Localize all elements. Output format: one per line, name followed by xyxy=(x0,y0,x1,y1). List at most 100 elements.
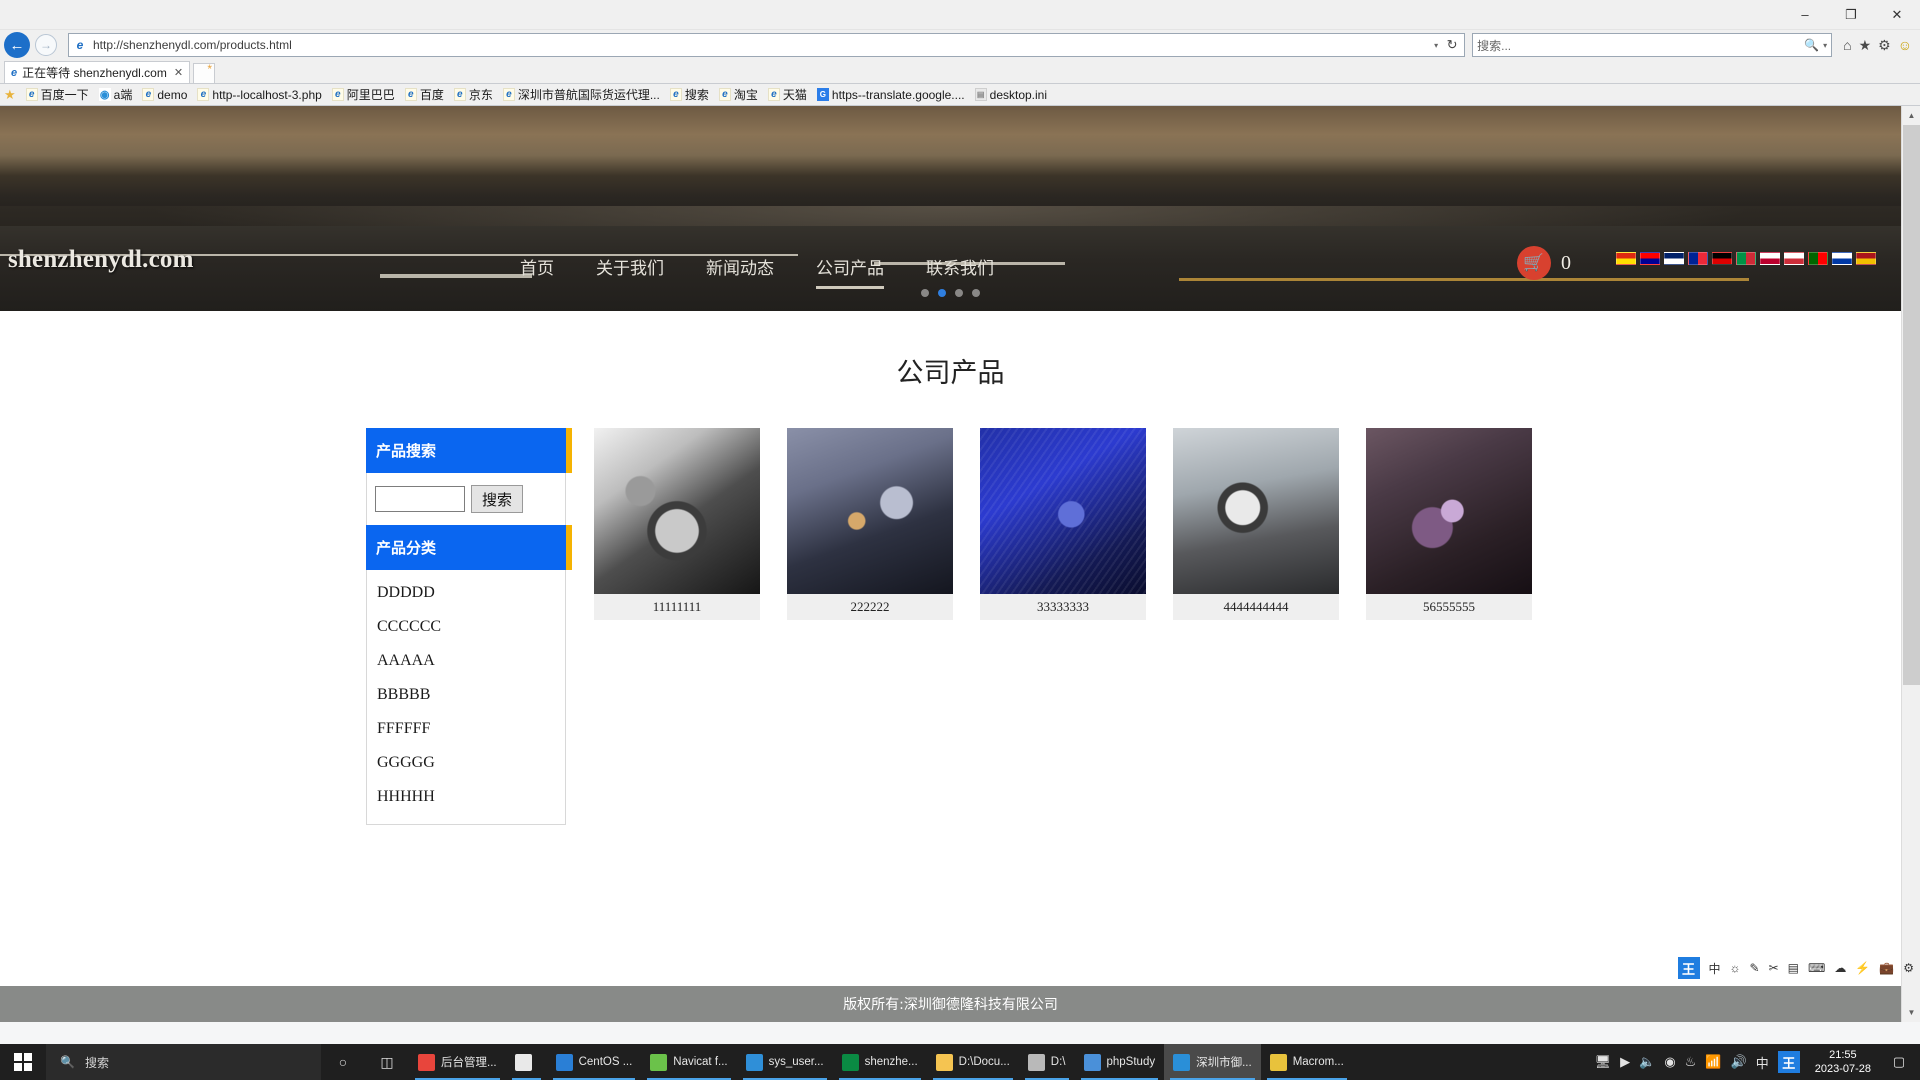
tray-ime-indicator[interactable]: 中 xyxy=(1756,1053,1769,1072)
product-image[interactable] xyxy=(980,428,1146,594)
product-card[interactable]: 4444444444 xyxy=(1173,428,1339,620)
ime-tool-icon[interactable]: ⌨ xyxy=(1808,961,1825,975)
minimize-button[interactable]: – xyxy=(1782,0,1828,30)
taskbar-task[interactable] xyxy=(506,1044,547,1080)
cart-widget[interactable]: 🛒 0 xyxy=(1517,246,1571,280)
carousel-dot-4[interactable] xyxy=(972,289,980,297)
back-button[interactable]: ← xyxy=(4,32,30,58)
nav-item-1[interactable]: 关于我们 xyxy=(596,254,664,287)
product-image[interactable] xyxy=(1173,428,1339,594)
product-image[interactable] xyxy=(787,428,953,594)
favorite-item[interactable]: Ghttps--translate.google.... xyxy=(813,88,969,102)
category-item[interactable]: FFFFFF xyxy=(367,712,565,746)
flag-taiwan-icon[interactable] xyxy=(1640,252,1660,265)
browser-tab[interactable]: e 正在等待 shenzhenydl.com ✕ xyxy=(4,61,190,83)
favorite-item[interactable]: e阿里巴巴 xyxy=(328,86,399,103)
category-item[interactable]: GGGGG xyxy=(367,746,565,780)
product-search-input[interactable] xyxy=(375,486,465,512)
gear-icon[interactable]: ⚙ xyxy=(1878,37,1891,54)
flag-spain-icon[interactable] xyxy=(1856,252,1876,265)
flag-united-kingdom-icon[interactable] xyxy=(1664,252,1684,265)
tray-volume-icon[interactable]: 🔊 xyxy=(1731,1054,1747,1070)
nav-item-2[interactable]: 新闻动态 xyxy=(706,254,774,287)
category-item[interactable]: DDDDD xyxy=(367,576,565,610)
tray-screen-icon[interactable]: 🖥 xyxy=(1595,1054,1612,1070)
favorite-item[interactable]: edemo xyxy=(138,88,191,102)
ime-tool-icon[interactable]: ⚙ xyxy=(1903,961,1914,975)
taskbar-task[interactable]: D:\ xyxy=(1019,1044,1075,1080)
tray-nvidia-icon[interactable]: ◉ xyxy=(1664,1054,1675,1070)
ime-tool-icon[interactable]: ☁ xyxy=(1834,961,1846,975)
task-view-icon[interactable]: ◫ xyxy=(365,1044,409,1080)
favorite-item[interactable]: e搜索 xyxy=(666,86,713,103)
carousel-dot-2[interactable] xyxy=(938,289,946,297)
product-card[interactable]: 222222 xyxy=(787,428,953,620)
ime-mode-indicator[interactable]: 中 xyxy=(1709,960,1721,977)
close-button[interactable]: ✕ xyxy=(1874,0,1920,30)
taskbar-task[interactable]: sys_user... xyxy=(737,1044,833,1080)
taskbar-task[interactable]: shenzhe... xyxy=(833,1044,927,1080)
taskbar-task[interactable]: phpStudy xyxy=(1075,1044,1165,1080)
tab-close-icon[interactable]: ✕ xyxy=(174,66,183,79)
tray-share-icon[interactable]: ▶ xyxy=(1620,1054,1630,1070)
tray-usb-icon[interactable]: ♨ xyxy=(1685,1054,1697,1070)
favorite-item[interactable]: ◉a端 xyxy=(95,86,137,103)
taskbar-task[interactable]: D:\Docu... xyxy=(927,1044,1019,1080)
favorite-item[interactable]: e深圳市普航国际货运代理... xyxy=(499,86,664,103)
category-item[interactable]: CCCCCC xyxy=(367,610,565,644)
notification-center-icon[interactable]: ▢ xyxy=(1886,1054,1912,1070)
home-icon[interactable]: ⌂ xyxy=(1843,37,1851,53)
favorite-item[interactable]: ▤desktop.ini xyxy=(971,88,1051,102)
scroll-up-arrow-icon[interactable]: ▲ xyxy=(1902,106,1920,125)
taskbar-task[interactable]: 后台管理... xyxy=(409,1044,506,1080)
carousel-dot-3[interactable] xyxy=(955,289,963,297)
product-image[interactable] xyxy=(1366,428,1532,594)
flag-portugal-icon[interactable] xyxy=(1808,252,1828,265)
taskbar-search-box[interactable]: 🔍 搜索 xyxy=(46,1044,321,1080)
ime-tool-icon[interactable]: ✎ xyxy=(1750,961,1760,975)
scrollbar-thumb[interactable] xyxy=(1903,125,1920,685)
taskbar-clock[interactable]: 21:55 2023-07-28 xyxy=(1809,1048,1877,1076)
favorite-item[interactable]: ehttp--localhost-3.php xyxy=(193,88,325,102)
flag-south-korea-icon[interactable] xyxy=(1784,252,1804,265)
category-item[interactable]: BBBBB xyxy=(367,678,565,712)
ime-tool-icon[interactable]: ⚡ xyxy=(1855,961,1870,975)
category-item[interactable]: HHHHH xyxy=(367,780,565,814)
taskbar-task[interactable]: Macrom... xyxy=(1261,1044,1353,1080)
tray-wifi-icon[interactable]: 📶 xyxy=(1705,1054,1721,1070)
search-icon[interactable]: 🔍 xyxy=(1804,38,1819,52)
product-card[interactable]: 11111111 xyxy=(594,428,760,620)
favorite-item[interactable]: e淘宝 xyxy=(715,86,762,103)
forward-button[interactable]: → xyxy=(35,34,57,56)
favorite-item[interactable]: e百度一下 xyxy=(22,86,93,103)
flag-china-icon[interactable] xyxy=(1616,252,1636,265)
product-search-button[interactable]: 搜索 xyxy=(471,485,523,513)
category-item[interactable]: AAAAA xyxy=(367,644,565,678)
tray-sound-mute-icon[interactable]: 🔈 xyxy=(1639,1054,1655,1070)
flag-italy-icon[interactable] xyxy=(1736,252,1756,265)
favorite-item[interactable]: e百度 xyxy=(401,86,448,103)
product-card[interactable]: 33333333 xyxy=(980,428,1146,620)
product-card[interactable]: 56555555 xyxy=(1366,428,1532,620)
carousel-dot-1[interactable] xyxy=(921,289,929,297)
ime-tool-icon[interactable]: ▤ xyxy=(1788,961,1799,975)
new-tab-button[interactable] xyxy=(193,63,215,83)
favorites-star-icon[interactable]: ★ xyxy=(4,87,16,103)
nav-item-4[interactable]: 联系我们 xyxy=(926,254,994,287)
browser-search-box[interactable]: 搜索... 🔍 ▾ xyxy=(1472,33,1832,57)
ime-tool-icon[interactable]: ☼ xyxy=(1730,961,1741,975)
taskbar-task[interactable]: 深圳市御... xyxy=(1164,1044,1261,1080)
user-icon[interactable]: ☺ xyxy=(1898,37,1912,53)
maximize-button[interactable]: ❐ xyxy=(1828,0,1874,30)
address-bar[interactable]: e http://shenzhenydl.com/products.html ▾… xyxy=(68,33,1465,57)
tray-wps-icon[interactable]: 王 xyxy=(1778,1051,1800,1073)
start-button[interactable] xyxy=(0,1044,46,1080)
site-logo[interactable]: shenzhenydl.com xyxy=(8,246,194,274)
flag-japan-icon[interactable] xyxy=(1760,252,1780,265)
taskbar-task[interactable]: Navicat f... xyxy=(641,1044,736,1080)
nav-item-0[interactable]: 首页 xyxy=(520,254,554,287)
ime-tool-icon[interactable]: 💼 xyxy=(1879,961,1894,975)
ime-logo-icon[interactable]: 王 xyxy=(1678,957,1700,979)
search-dropdown-icon[interactable]: ▾ xyxy=(1823,41,1827,50)
flag-russia-icon[interactable] xyxy=(1832,252,1852,265)
